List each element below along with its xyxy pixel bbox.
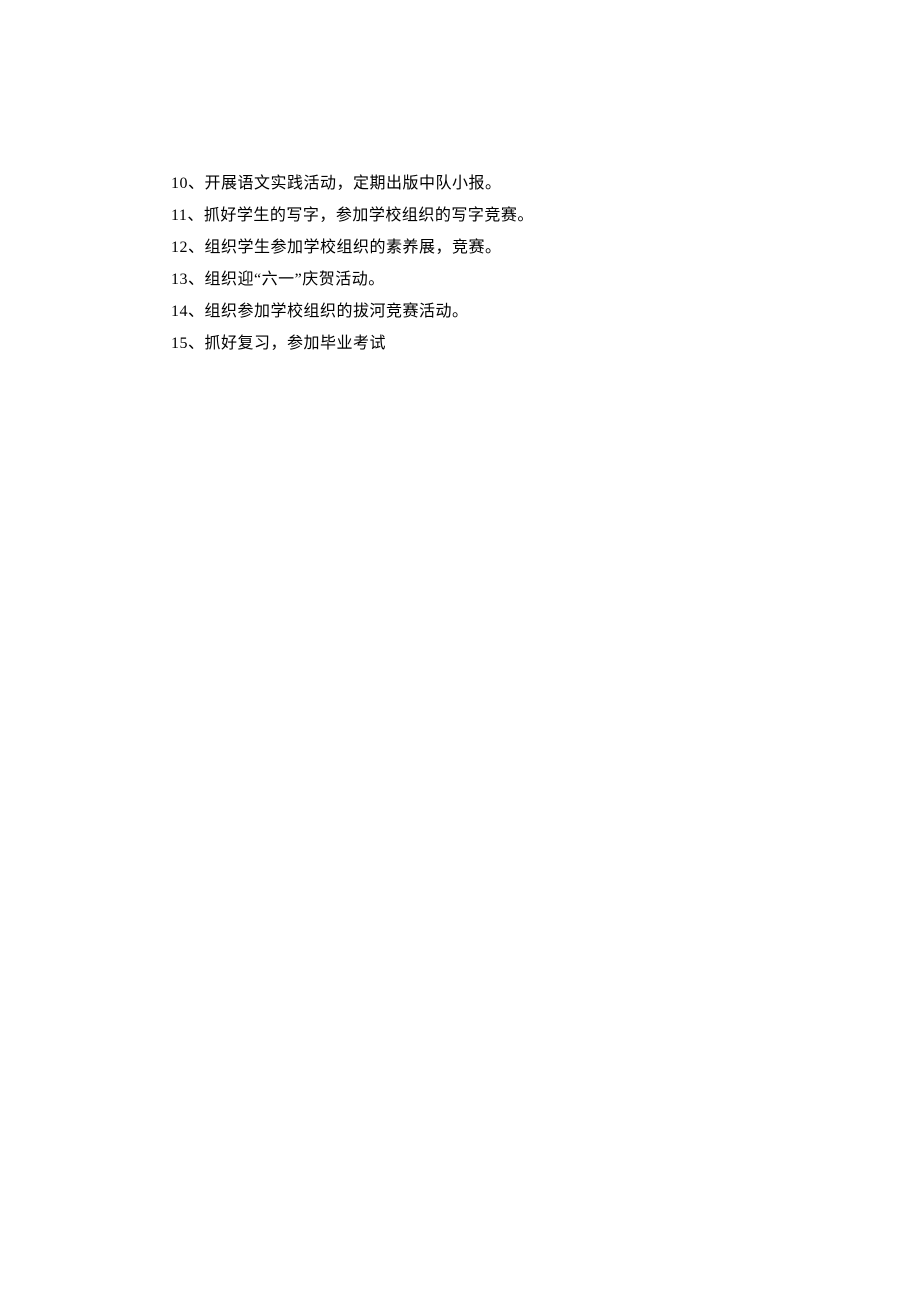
- list-item: 14、组织参加学校组织的拔河竞赛活动。: [171, 296, 920, 328]
- item-text: 、开展语文实践活动，定期出版中队小报。: [188, 175, 502, 192]
- item-text: 、组织迎“六一”庆贺活动。: [188, 271, 385, 288]
- item-number: 15: [171, 335, 188, 352]
- item-text: 、抓好复习，参加毕业考试: [188, 335, 386, 352]
- item-number: 13: [171, 271, 188, 288]
- item-text: 、组织参加学校组织的拔河竞赛活动。: [188, 303, 469, 320]
- list-item: 15、抓好复习，参加毕业考试: [171, 328, 920, 360]
- list-item: 11、抓好学生的写字，参加学校组织的写字竞赛。: [171, 200, 920, 232]
- item-number: 11: [171, 207, 187, 224]
- list-item: 10、开展语文实践活动，定期出版中队小报。: [171, 168, 920, 200]
- item-text: 、抓好学生的写字，参加学校组织的写字竞赛。: [187, 207, 534, 224]
- item-number: 12: [171, 239, 188, 256]
- list-item: 13、组织迎“六一”庆贺活动。: [171, 264, 920, 296]
- item-number: 10: [171, 175, 188, 192]
- item-number: 14: [171, 303, 188, 320]
- list-item: 12、组织学生参加学校组织的素养展，竞赛。: [171, 232, 920, 264]
- item-text: 、组织学生参加学校组织的素养展，竞赛。: [188, 239, 502, 256]
